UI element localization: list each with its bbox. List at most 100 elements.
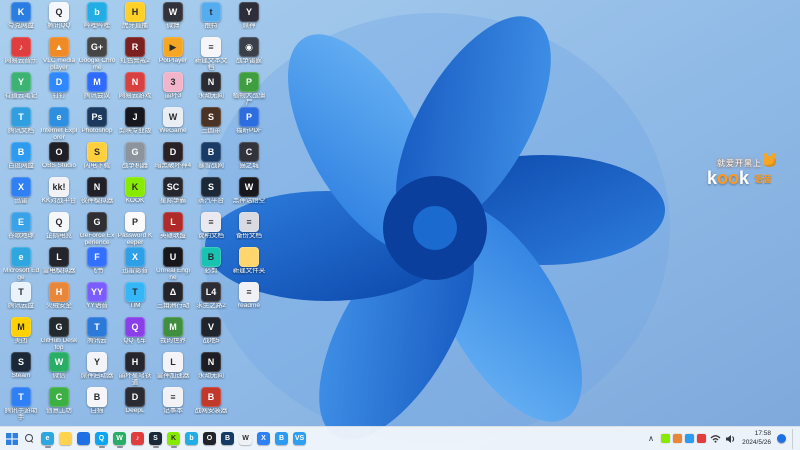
desktop-icon[interactable]: B 白描 <box>78 387 116 422</box>
tray-app-icon[interactable] <box>673 434 683 443</box>
desktop-icon[interactable]: P 植物大战僵尸 <box>230 72 268 107</box>
desktop-icon[interactable]: e Internet Explorer <box>40 107 78 142</box>
desktop-icon[interactable]: W WeGame <box>154 107 192 142</box>
desktop-icon[interactable]: D DeepL <box>116 387 154 422</box>
desktop-icon[interactable]: SC 星际争霸 <box>154 177 192 212</box>
desktop-icon[interactable]: H 火绒安全 <box>40 282 78 317</box>
desktop-icon[interactable]: F 飞书 <box>78 247 116 282</box>
desktop-icon[interactable]: L 英雄联盟 <box>154 212 192 247</box>
taskbar-app[interactable]: K <box>165 429 182 449</box>
desktop-icon[interactable]: ▲ VLC media player <box>40 37 78 72</box>
desktop-icon[interactable]: 3 崩坏3 <box>154 72 192 107</box>
desktop-icon[interactable]: T 腾讯文档 <box>2 107 40 142</box>
desktop-icon[interactable]: S 三国杀 <box>192 107 230 142</box>
desktop-icon[interactable]: U Unreal Engine <box>154 247 192 282</box>
desktop-icon[interactable]: G 战争机器 <box>116 142 154 177</box>
desktop-icon[interactable]: M 腾讯会议 <box>78 72 116 107</box>
desktop-icon[interactable]: T 腾讯手游助手 <box>2 387 40 422</box>
desktop-icon[interactable]: ≡ 新建文本文档 <box>192 37 230 72</box>
taskbar-app[interactable] <box>57 429 74 449</box>
desktop-icon[interactable]: B 战网安装器 <box>192 387 230 422</box>
taskbar-app[interactable]: O <box>201 429 218 449</box>
volume-icon[interactable] <box>725 434 736 444</box>
desktop-icon[interactable]: T TIM <box>116 282 154 317</box>
tray-app-icon[interactable] <box>697 434 707 443</box>
desktop-icon[interactable]: e Microsoft Edge <box>2 247 40 282</box>
desktop-icon[interactable]: ≡ 备份文档 <box>230 212 268 247</box>
desktop-icon[interactable]: N 永劫无间 <box>192 352 230 387</box>
show-desktop-strip[interactable] <box>792 428 795 449</box>
desktop-icon[interactable]: T 腾讯云 <box>78 317 116 352</box>
taskbar-app[interactable]: e <box>39 429 56 449</box>
taskbar-app[interactable]: X <box>255 429 272 449</box>
desktop-icon[interactable]: O OBS Studio <box>40 142 78 177</box>
desktop-icon[interactable]: Δ 三角洲行动 <box>154 282 192 317</box>
network-icon[interactable] <box>710 434 721 443</box>
desktop-icon[interactable]: t 推特 <box>192 2 230 37</box>
desktop-icon[interactable]: G GitHub Desktop <box>40 317 78 352</box>
desktop-icon[interactable]: V 战地5 <box>192 317 230 352</box>
desktop-icon[interactable]: B 必剪 <box>192 247 230 282</box>
desktop-icon[interactable]: H 虎牙直播 <box>116 2 154 37</box>
desktop-icon[interactable]: X 迅雷影音 <box>116 247 154 282</box>
desktop-icon[interactable]: P Password Keeper <box>116 212 154 247</box>
desktop-icon[interactable]: Y 原神 <box>230 2 268 37</box>
taskbar-app[interactable]: Q <box>93 429 110 449</box>
desktop-icon[interactable]: C 猫之城 <box>230 142 268 177</box>
desktop-icon[interactable]: S 闪电下载 <box>78 142 116 177</box>
desktop-icon[interactable]: b 哔哩哔哩 <box>78 2 116 37</box>
desktop-icon[interactable]: D 钉钉 <box>40 72 78 107</box>
taskbar-app[interactable]: W <box>237 429 254 449</box>
desktop-icon[interactable]: N 永劫无间 <box>192 72 230 107</box>
desktop-icon[interactable]: N 夜神模拟器 <box>78 177 116 212</box>
taskbar-app[interactable]: S <box>147 429 164 449</box>
notification-badge[interactable] <box>777 434 786 443</box>
hidden-icons-button[interactable] <box>645 429 657 449</box>
desktop-icon[interactable]: kk! KK对战平台 <box>40 177 78 212</box>
desktop-icon[interactable]: ≡ 说明文档 <box>192 212 230 247</box>
tray-app-icon[interactable] <box>661 434 671 443</box>
desktop-icon[interactable]: W 黑神话悟空 <box>230 177 268 212</box>
desktop-icon[interactable]: B 百度网盘 <box>2 142 40 177</box>
desktop-icon[interactable]: K KOOK <box>116 177 154 212</box>
desktop-icon[interactable]: B 暴雪战网 <box>192 142 230 177</box>
desktop-icon[interactable]: T 腾讯云盘 <box>2 282 40 317</box>
taskbar-app[interactable]: b <box>183 429 200 449</box>
taskbar-app[interactable]: ♪ <box>129 429 146 449</box>
desktop-icon[interactable]: N 网易云游戏 <box>116 72 154 107</box>
desktop-icon[interactable]: H 崩坏星穹铁道 <box>116 352 154 387</box>
desktop-icon[interactable]: W 微博 <box>154 2 192 37</box>
tray-app-icon[interactable] <box>685 434 695 443</box>
desktop-icon[interactable]: G GeForce Experience <box>78 212 116 247</box>
desktop-icon[interactable]: L4 求生之路2 <box>192 282 230 317</box>
desktop-icon[interactable]: S Steam <box>2 352 40 387</box>
desktop-icon[interactable]: L 雷电模拟器 <box>40 247 78 282</box>
desktop-icon[interactable]: X 迅雷 <box>2 177 40 212</box>
taskbar-app[interactable]: B <box>273 429 290 449</box>
desktop-icon[interactable]: Q 腾讯QQ <box>40 2 78 37</box>
desktop-icon[interactable]: P 福昕PDF <box>230 107 268 142</box>
taskbar-app[interactable]: W <box>111 429 128 449</box>
desktop-icon[interactable]: Q QQ飞车 <box>116 317 154 352</box>
taskbar-app[interactable]: B <box>219 429 236 449</box>
clock[interactable]: 17:58 2024/5/26 <box>740 430 773 446</box>
desktop-icon[interactable]: Q 企鹅电竞 <box>40 212 78 247</box>
desktop-icon[interactable]: S 蒸汽平台 <box>192 177 230 212</box>
desktop-icon[interactable]: J 剪映专业版 <box>116 107 154 142</box>
desktop-icon[interactable]: ♪ 网易云音乐 <box>2 37 40 72</box>
desktop-icon[interactable]: ≡ readme <box>230 282 268 317</box>
desktop-icon[interactable]: G+ Google Chrome <box>78 37 116 72</box>
desktop-icon[interactable]: M 我的世界 <box>154 317 192 352</box>
desktop-icon[interactable]: YY YY语音 <box>78 282 116 317</box>
search-button[interactable] <box>21 429 38 449</box>
taskbar-app[interactable]: VS <box>291 429 308 449</box>
desktop-icon[interactable]: ▶ PotPlayer <box>154 37 192 72</box>
desktop-icon[interactable]: D 暗黑破坏神4 <box>154 142 192 177</box>
desktop-icon[interactable]: ≡ 记事本 <box>154 387 192 422</box>
desktop-icon[interactable]: K 夸克网盘 <box>2 2 40 37</box>
taskbar-app[interactable] <box>75 429 92 449</box>
desktop-icon[interactable]: L 雷神加速器 <box>154 352 192 387</box>
desktop-icon[interactable]: W 微信 <box>40 352 78 387</box>
desktop-icon[interactable]: Y 原神启动器 <box>78 352 116 387</box>
desktop-icon[interactable]: E 谷歌地球 <box>2 212 40 247</box>
